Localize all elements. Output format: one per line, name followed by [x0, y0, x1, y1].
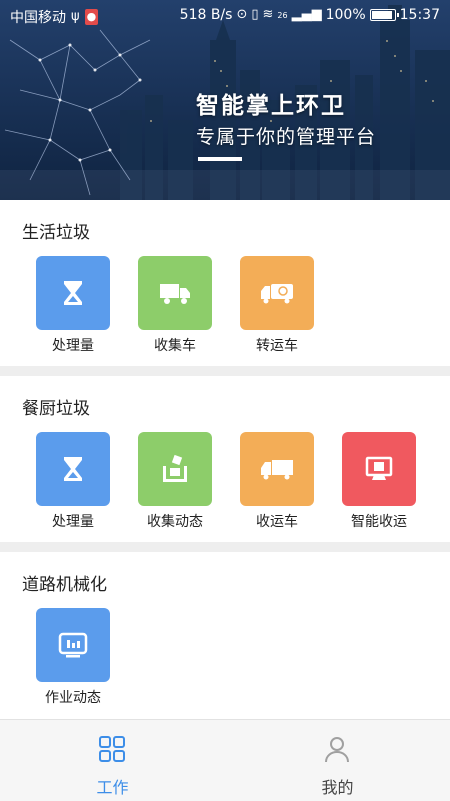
- tile-kitchen-truck[interactable]: 收运车: [239, 432, 315, 531]
- clock: 15:37: [399, 7, 440, 23]
- tile-label: 处理量: [52, 338, 94, 354]
- transfer-truck-icon: [240, 256, 314, 330]
- section-title: 生活垃圾: [22, 223, 90, 243]
- truck-icon: [138, 256, 212, 330]
- tile-label: 处理量: [52, 514, 94, 530]
- hourglass-icon: [36, 256, 110, 330]
- battery-percent: 100%: [325, 7, 366, 23]
- location-icon: ⊙: [236, 7, 248, 22]
- status-bar: 中国移动 ψ ● 518 B/s ⊙ ▯ ≋ 26 ▂▄▆ 100% 15:37: [0, 0, 450, 32]
- wifi-icon: ≋: [262, 7, 274, 22]
- tile-smart-collection[interactable]: 智能收运: [341, 432, 417, 531]
- map-pin-icon: ●: [84, 9, 99, 25]
- tile-label: 转运车: [256, 338, 298, 354]
- tile-label: 智能收运: [351, 514, 407, 530]
- battery-icon: [369, 9, 399, 21]
- section-kitchen-waste: 餐厨垃圾 处理量 收集动态 收运车 智能收运: [0, 376, 450, 542]
- banner-title: 智能掌上环卫: [196, 93, 346, 119]
- tile-label: 作业动态: [45, 690, 101, 706]
- tab-label: 我的: [321, 778, 354, 797]
- tile-label: 收集车: [154, 338, 196, 354]
- net-speed-label: 518 B/s: [179, 7, 233, 23]
- tile-domestic-volume[interactable]: 处理量: [35, 256, 111, 355]
- tile-label: 收集动态: [147, 514, 203, 530]
- tab-label: 工作: [96, 778, 129, 797]
- smart-monitor-icon: [342, 432, 416, 506]
- hourglass-icon: [36, 432, 110, 506]
- tile-collection-truck[interactable]: 收集车: [137, 256, 213, 355]
- banner-underline: [198, 157, 242, 161]
- header-banner: 中国移动 ψ ● 518 B/s ⊙ ▯ ≋ 26 ▂▄▆ 100% 15:37…: [0, 0, 450, 200]
- dashboard-icon: [36, 608, 110, 682]
- tile-collection-status[interactable]: 收集动态: [137, 432, 213, 531]
- collection-box-icon: [138, 432, 212, 506]
- tile-operation-status[interactable]: 作业动态: [35, 608, 111, 707]
- signal-tag: 26: [277, 10, 288, 20]
- section-title: 餐厨垃圾: [22, 399, 90, 419]
- section-domestic-waste: 生活垃圾 处理量 收集车 转运车: [0, 200, 450, 366]
- tile-label: 收运车: [256, 514, 298, 530]
- truck-icon: [240, 432, 314, 506]
- vibrate-icon: ▯: [251, 7, 259, 22]
- tab-work[interactable]: 工作: [0, 720, 225, 801]
- section-road-mechanization: 道路机械化 作业动态: [0, 552, 450, 719]
- tab-mine[interactable]: 我的: [225, 720, 450, 801]
- usb-icon: ψ: [71, 9, 80, 24]
- tile-transfer-truck[interactable]: 转运车: [239, 256, 315, 355]
- signal-icon: ▂▄▆: [291, 7, 322, 22]
- carrier-label: 中国移动: [10, 10, 66, 26]
- tile-kitchen-volume[interactable]: 处理量: [35, 432, 111, 531]
- grid-icon: [99, 736, 125, 762]
- bottom-tab-bar: 工作 我的: [0, 719, 450, 801]
- banner-subtitle: 专属于你的管理平台: [196, 126, 377, 148]
- person-icon: [325, 737, 349, 763]
- section-title: 道路机械化: [22, 575, 107, 595]
